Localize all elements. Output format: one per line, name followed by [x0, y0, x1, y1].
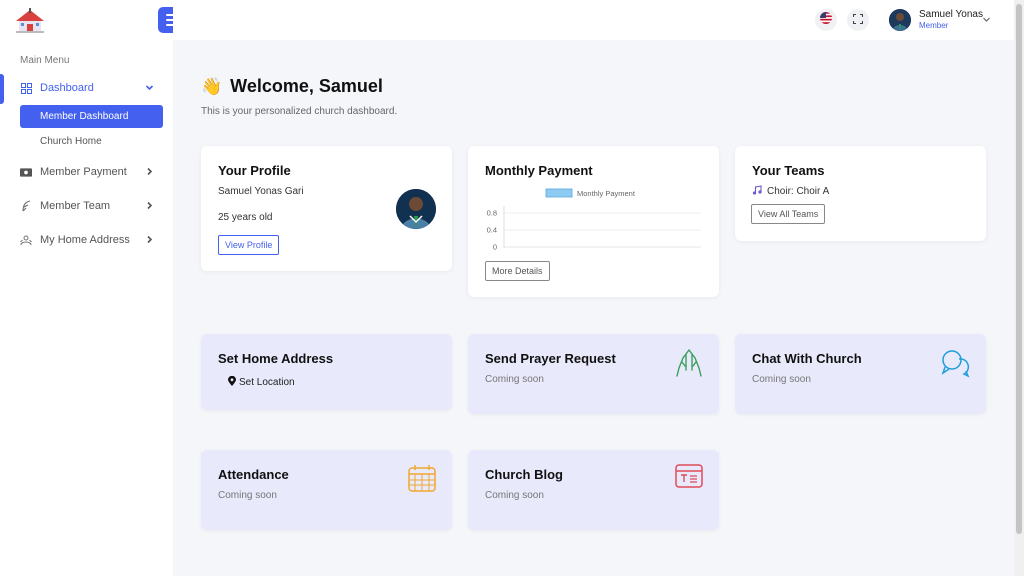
- sidebar-item-member-team[interactable]: Member Team: [20, 196, 166, 216]
- chevron-right-icon: [145, 233, 154, 247]
- sidebar-item-label: Member Team: [40, 200, 111, 212]
- view-all-teams-button[interactable]: View All Teams: [751, 204, 826, 224]
- avatar: [889, 9, 911, 31]
- active-indicator: [0, 74, 4, 104]
- language-button[interactable]: [815, 9, 837, 31]
- user-name: Samuel Yonas: [919, 9, 983, 20]
- music-icon: [752, 185, 762, 198]
- money-icon: [20, 166, 32, 178]
- set-location-label: Set Location: [239, 377, 295, 388]
- top-bar: Samuel Yonas Member: [173, 0, 1014, 40]
- monthly-payment-title: Monthly Payment: [485, 163, 593, 178]
- feature-title: Set Home Address: [218, 351, 334, 366]
- user-role: Member: [919, 21, 949, 30]
- waving-hand-icon: 👋: [201, 76, 223, 96]
- feature-status: Coming soon: [752, 374, 811, 385]
- feature-status: Coming soon: [485, 490, 544, 501]
- feature-title: Attendance: [218, 467, 289, 482]
- your-teams-card: Your Teams Choir: Choir A View All Teams: [735, 146, 986, 241]
- scrollbar-thumb[interactable]: [1016, 4, 1022, 534]
- blog-icon: [675, 464, 703, 493]
- church-logo[interactable]: [14, 8, 46, 34]
- feature-title: Church Blog: [485, 467, 563, 482]
- page-title: 👋 Welcome, Samuel: [201, 76, 383, 97]
- chevron-down-icon: [982, 15, 991, 27]
- attendance-card[interactable]: Attendance Coming soon: [201, 450, 452, 530]
- legend-label: Monthly Payment: [577, 189, 636, 198]
- monthly-payment-card: Monthly Payment Monthly Payment 0.8 0.4 …: [468, 146, 719, 297]
- sidebar-item-dashboard[interactable]: Dashboard: [20, 78, 166, 98]
- fullscreen-button[interactable]: [847, 9, 869, 31]
- calendar-icon: [408, 464, 436, 497]
- profile-card-title: Your Profile: [218, 163, 291, 178]
- praying-hands-icon: [675, 348, 703, 383]
- monthly-payment-chart: Monthly Payment 0.8 0.4 0: [487, 188, 701, 252]
- view-profile-button[interactable]: View Profile: [218, 235, 280, 255]
- y-tick-label: 0: [493, 243, 497, 252]
- profile-card: Your Profile Samuel Yonas Gari 25 years …: [201, 146, 452, 271]
- profile-avatar: [396, 189, 436, 229]
- page-subtitle: This is your personalized church dashboa…: [201, 106, 398, 117]
- chevron-down-icon: [145, 81, 154, 95]
- sidebar-item-label: My Home Address: [40, 234, 130, 246]
- welcome-text: Welcome, Samuel: [230, 76, 383, 96]
- sidebar-item-label: Member Payment: [40, 166, 127, 178]
- sidebar-subitem-member-dashboard[interactable]: Member Dashboard: [20, 105, 163, 128]
- set-location-link[interactable]: Set Location: [228, 375, 295, 389]
- feature-title: Chat With Church: [752, 351, 862, 366]
- legend-swatch: [545, 188, 573, 198]
- main-menu-title: Main Menu: [20, 55, 70, 66]
- team-name: Choir: Choir A: [767, 186, 830, 197]
- profile-age: 25 years old: [218, 212, 273, 223]
- chat-with-church-card[interactable]: Chat With Church Coming soon: [735, 334, 986, 414]
- church-blog-card[interactable]: Church Blog Coming soon: [468, 450, 719, 530]
- map-pin-icon: [228, 375, 236, 389]
- sidebar: Main Menu Dashboard Member Dashboard Chu…: [0, 0, 173, 576]
- feather-icon: [20, 200, 32, 212]
- chevron-right-icon: [145, 199, 154, 213]
- feature-status: Coming soon: [485, 374, 544, 385]
- home-address-icon: [20, 234, 32, 246]
- sidebar-item-member-payment[interactable]: Member Payment: [20, 162, 166, 182]
- y-tick-label: 0.8: [487, 209, 497, 218]
- more-details-button[interactable]: More Details: [485, 261, 550, 281]
- fullscreen-icon: [852, 11, 864, 29]
- sidebar-item-my-home-address[interactable]: My Home Address: [20, 230, 166, 250]
- user-menu[interactable]: Samuel Yonas Member: [889, 5, 1009, 35]
- chevron-right-icon: [145, 165, 154, 179]
- team-item: Choir: Choir A: [752, 185, 829, 198]
- your-teams-title: Your Teams: [752, 163, 825, 178]
- profile-name: Samuel Yonas Gari: [218, 186, 304, 197]
- chat-bubbles-icon: [940, 348, 970, 383]
- send-prayer-request-card[interactable]: Send Prayer Request Coming soon: [468, 334, 719, 414]
- sidebar-item-label: Dashboard: [40, 82, 94, 94]
- feature-status: Coming soon: [218, 490, 277, 501]
- grid-icon: [20, 82, 32, 94]
- y-tick-label: 0.4: [487, 226, 497, 235]
- feature-title: Send Prayer Request: [485, 351, 616, 366]
- us-flag-icon: [820, 11, 832, 29]
- sidebar-subitem-church-home[interactable]: Church Home: [40, 136, 102, 147]
- scrollbar[interactable]: [1014, 0, 1024, 576]
- set-home-address-card[interactable]: Set Home Address Set Location: [201, 334, 452, 410]
